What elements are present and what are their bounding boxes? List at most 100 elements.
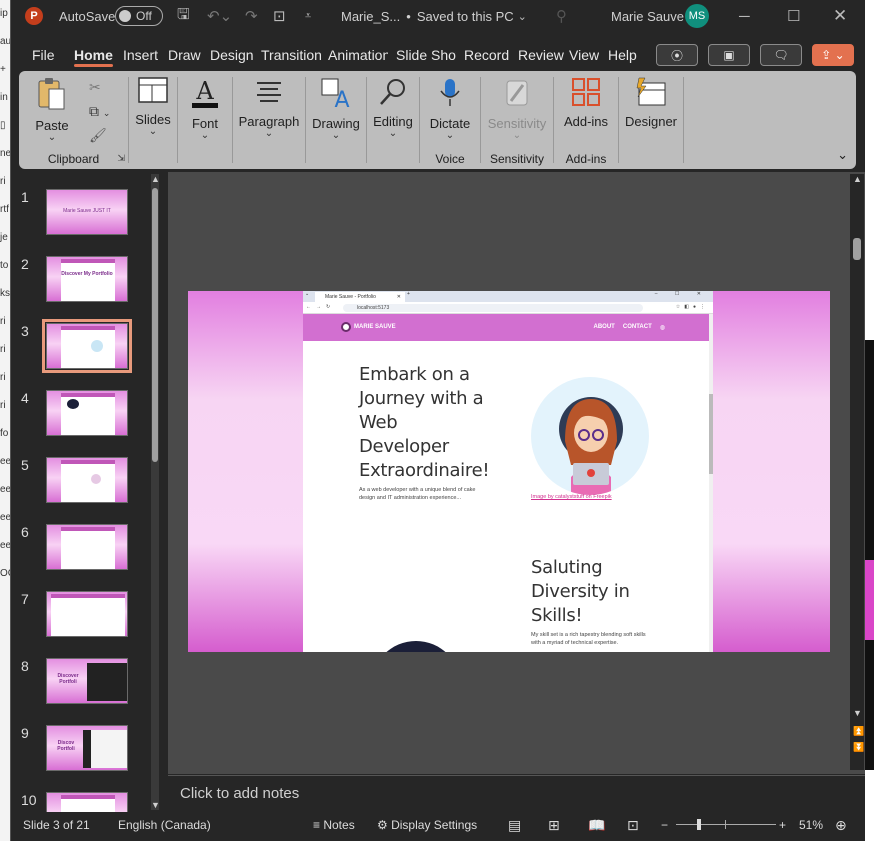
- slide-scrollbar[interactable]: ▲ ▼ ⏫ ⏬: [850, 174, 864, 770]
- scrollbar-thumb[interactable]: [853, 238, 861, 260]
- thumbnail-slide-7[interactable]: 7: [11, 591, 151, 657]
- current-slide[interactable]: ⌄ Marie Sauve - Portfolio ✕ + – ☐ ✕ ←→↻ l…: [188, 291, 830, 652]
- avatar[interactable]: MS: [685, 4, 709, 28]
- next-slide-icon[interactable]: ⏬: [853, 742, 864, 753]
- zoom-out-icon[interactable]: −: [661, 812, 668, 838]
- tab-file[interactable]: File: [32, 40, 55, 70]
- tab-transitions[interactable]: Transition:: [261, 40, 321, 70]
- thumbnail-slide-5[interactable]: 5: [11, 457, 151, 523]
- language-indicator[interactable]: English (Canada): [118, 812, 211, 838]
- thumbnail-slide-9[interactable]: 9 Discov Portfoli: [11, 725, 151, 791]
- redo-icon[interactable]: ↷: [245, 0, 258, 32]
- tab-design[interactable]: Design: [210, 40, 254, 70]
- notes-button[interactable]: ≡ Notes: [313, 812, 355, 838]
- save-status[interactable]: Saved to this PC: [417, 9, 514, 24]
- tab-insert[interactable]: Insert: [123, 40, 158, 70]
- thumbnail-scrollbar[interactable]: ▲ ▼: [151, 174, 160, 810]
- slide-thumbnail[interactable]: Discover My Portfolio: [46, 256, 128, 302]
- tab-draw[interactable]: Draw: [168, 40, 201, 70]
- normal-view-icon[interactable]: ▤: [508, 812, 521, 838]
- zoom-level[interactable]: 51%: [799, 812, 823, 838]
- window-controls-icon: – ☐ ✕: [654, 291, 709, 297]
- zoom-slider[interactable]: [676, 812, 776, 838]
- customize-toolbar-icon[interactable]: ⩡: [305, 0, 311, 32]
- display-settings-button[interactable]: ⚙ Display Settings: [377, 812, 477, 838]
- slide-thumbnail[interactable]: Marie Sauve JUST IT: [46, 189, 128, 235]
- close-icon[interactable]: ✕: [833, 0, 847, 32]
- addins-button[interactable]: Add-ins: [560, 77, 612, 129]
- reading-view-icon[interactable]: 📖: [588, 812, 605, 838]
- slide-thumbnail[interactable]: [46, 591, 128, 637]
- thumbnail-navbar: [61, 393, 115, 397]
- thumbnail-title: Discover My Portfolio: [61, 271, 113, 277]
- present-teams-button[interactable]: ▣: [708, 44, 750, 66]
- paragraph-button[interactable]: Paragraph ⌄: [237, 77, 301, 139]
- save-icon[interactable]: 🖫: [177, 0, 190, 32]
- search-icon[interactable]: ⚲: [556, 0, 567, 32]
- slide-thumbnail[interactable]: [46, 524, 128, 570]
- minimize-icon[interactable]: ─: [739, 0, 750, 32]
- slide-editing-area[interactable]: ⌄ Marie Sauve - Portfolio ✕ + – ☐ ✕ ←→↻ l…: [168, 172, 865, 774]
- sensitivity-button[interactable]: Sensitivity ⌄: [485, 77, 549, 141]
- thumbnail-slide-8[interactable]: 8 Discover Portfoli: [11, 658, 151, 724]
- scroll-down-icon[interactable]: ▼: [853, 708, 862, 718]
- fit-slide-icon[interactable]: ⊕: [835, 812, 847, 838]
- developer-avatar-icon: [559, 397, 623, 495]
- tab-animations[interactable]: Animation: [328, 40, 388, 70]
- scroll-down-icon[interactable]: ▼: [151, 800, 160, 810]
- undo-icon[interactable]: ↶⌄: [207, 0, 232, 32]
- autosave-toggle[interactable]: Off: [115, 6, 163, 26]
- slide-thumbnail[interactable]: Discov Portfoli: [46, 725, 128, 771]
- slide-thumbnail[interactable]: [46, 792, 128, 812]
- slide-thumbnail[interactable]: [46, 457, 128, 503]
- cut-icon[interactable]: ✂: [89, 79, 101, 96]
- slide-thumbnail[interactable]: Discover Portfoli: [46, 658, 128, 704]
- present-icon[interactable]: ⊡: [273, 0, 286, 32]
- drawing-button[interactable]: A Drawing ⌄: [310, 77, 362, 141]
- copy-icon[interactable]: ⧉ ⌄: [89, 103, 110, 120]
- slide-show-icon[interactable]: ⊡: [627, 812, 639, 838]
- sensitivity-label: Sensitivity: [487, 116, 547, 131]
- slide-counter[interactable]: Slide 3 of 21: [23, 812, 90, 838]
- scroll-up-icon[interactable]: ▲: [853, 174, 862, 184]
- slide-thumbnail[interactable]: [46, 390, 128, 436]
- tab-record[interactable]: Record: [464, 40, 509, 70]
- scrollbar-thumb[interactable]: [152, 188, 158, 462]
- scroll-up-icon[interactable]: ▲: [151, 174, 160, 184]
- maximize-icon[interactable]: ☐: [787, 0, 800, 32]
- dialog-launcher-icon[interactable]: ⇲: [117, 153, 125, 164]
- thumbnail-slide-3[interactable]: 3: [11, 319, 151, 389]
- zoom-in-icon[interactable]: +: [779, 812, 786, 838]
- slides-label: Slides: [135, 112, 171, 127]
- thumbnail-slide-4[interactable]: 4: [11, 390, 151, 456]
- slides-button[interactable]: Slides ⌄: [133, 77, 173, 137]
- format-painter-icon[interactable]: 🖌: [89, 127, 107, 144]
- paste-button[interactable]: Paste ⌄: [31, 77, 73, 143]
- previous-slide-icon[interactable]: ⏫: [853, 726, 864, 737]
- thumbnail-slide-1[interactable]: 1 Marie Sauve JUST IT: [11, 189, 151, 255]
- editing-button[interactable]: Editing ⌄: [371, 77, 415, 139]
- thumbnail-slide-2[interactable]: 2 Discover My Portfolio: [11, 256, 151, 322]
- tab-slide-show[interactable]: Slide Show: [396, 40, 456, 70]
- font-button[interactable]: A Font ⌄: [185, 77, 225, 141]
- thumbnail-slide-10[interactable]: 10: [11, 792, 151, 812]
- zoom-knob[interactable]: [697, 819, 701, 830]
- browser-screenshot[interactable]: ⌄ Marie Sauve - Portfolio ✕ + – ☐ ✕ ←→↻ l…: [303, 291, 713, 652]
- microphone-icon: [440, 79, 460, 106]
- tab-help[interactable]: Help: [608, 40, 637, 70]
- tab-menu-icon: ⌄: [305, 291, 310, 297]
- slide-thumbnail-selected[interactable]: [42, 319, 132, 373]
- dictate-button[interactable]: Dictate ⌄: [428, 77, 472, 141]
- addins-group: Add-ins Add-ins: [554, 71, 618, 169]
- thumbnail-slide-6[interactable]: 6: [11, 524, 151, 590]
- tab-view[interactable]: View: [569, 40, 599, 70]
- share-button[interactable]: ⇪ ⌄: [812, 44, 854, 66]
- slide-sorter-icon[interactable]: ⊞: [548, 812, 560, 838]
- designer-button[interactable]: Designer: [623, 77, 679, 129]
- record-button[interactable]: ⦿: [656, 44, 698, 66]
- comments-button[interactable]: 🗨: [760, 44, 802, 66]
- tab-home[interactable]: Home: [74, 40, 113, 70]
- collapse-ribbon-icon[interactable]: ⌄: [837, 147, 848, 163]
- notes-pane[interactable]: Click to add notes: [168, 775, 865, 812]
- tab-review[interactable]: Review: [518, 40, 564, 70]
